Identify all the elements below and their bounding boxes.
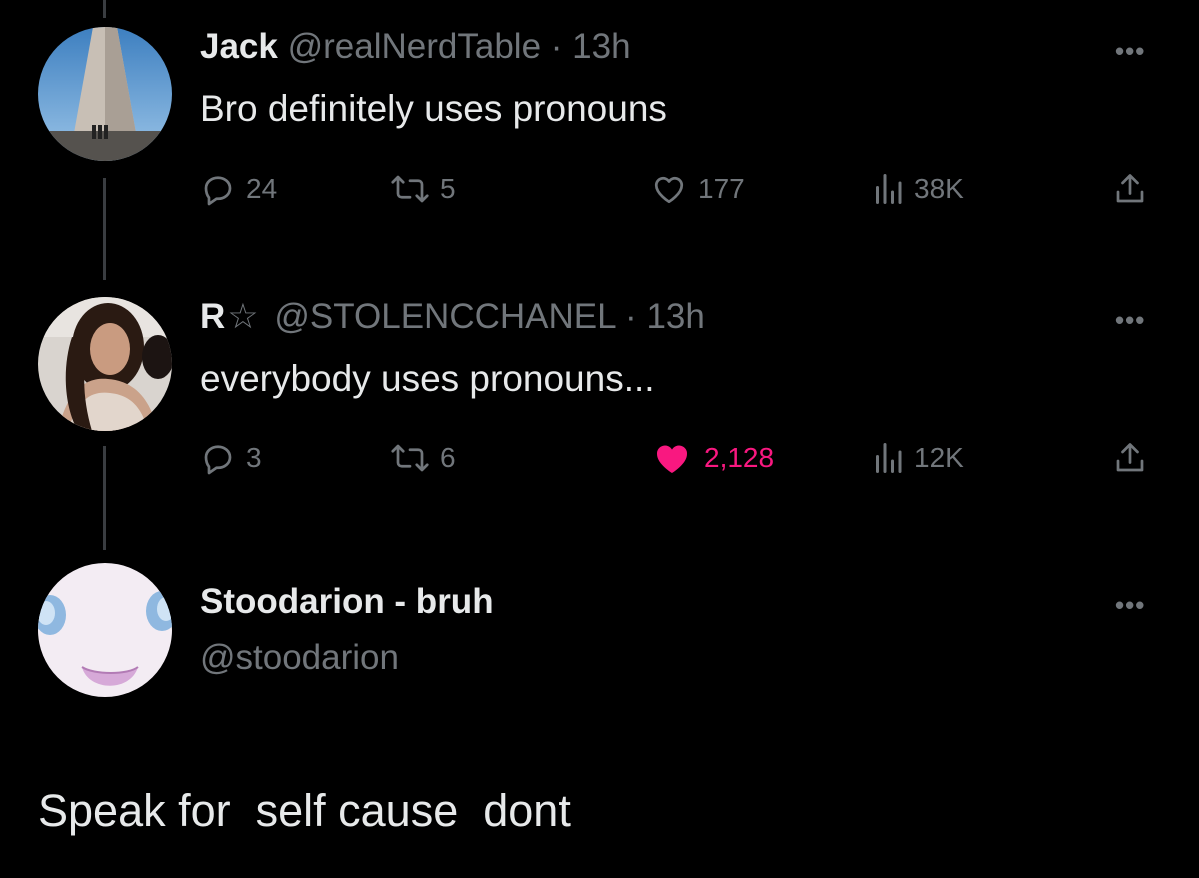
author-handle[interactable]: @stoodarion bbox=[200, 638, 399, 678]
repost-count: 5 bbox=[440, 173, 456, 204]
author-name[interactable]: R bbox=[200, 297, 225, 336]
views-icon bbox=[876, 443, 902, 473]
view-count: 12K bbox=[914, 442, 964, 473]
reply-text: Speak for self cause dont bbox=[38, 785, 571, 836]
repost-count: 6 bbox=[440, 442, 456, 473]
reply-button[interactable]: 24 bbox=[200, 165, 277, 213]
repost-button[interactable]: 5 bbox=[390, 165, 456, 213]
reply-header: Stoodarion - bruh bbox=[200, 582, 494, 622]
more-icon[interactable]: ••• bbox=[1115, 305, 1145, 336]
reply-count: 24 bbox=[246, 173, 278, 204]
author-handle[interactable]: @STOLENCCHANEL bbox=[274, 297, 615, 336]
views-icon bbox=[876, 174, 902, 204]
author-name[interactable]: Stoodarion - bruh bbox=[200, 582, 494, 621]
timestamp[interactable]: 13h bbox=[646, 297, 704, 336]
reply-button[interactable]: 3 bbox=[200, 434, 262, 482]
more-icon[interactable]: ••• bbox=[1115, 36, 1145, 67]
thread-line-1 bbox=[103, 178, 106, 280]
share-button[interactable] bbox=[1112, 165, 1158, 213]
avatar-jack-image bbox=[38, 27, 172, 161]
more-icon[interactable]: ••• bbox=[1115, 590, 1145, 621]
repost-button[interactable]: 6 bbox=[390, 434, 456, 482]
tweet-2-header: R☆ @STOLENCCHANEL · 13h bbox=[200, 297, 705, 337]
avatar-jack[interactable] bbox=[38, 27, 172, 161]
reply-icon bbox=[204, 445, 232, 475]
like-count: 177 bbox=[698, 173, 745, 204]
reply-count: 3 bbox=[246, 442, 262, 473]
like-button[interactable]: 177 bbox=[650, 165, 745, 213]
thread-line-2 bbox=[103, 446, 106, 550]
share-icon bbox=[1116, 174, 1144, 203]
separator-dot: · bbox=[625, 297, 637, 336]
separator-dot: · bbox=[550, 27, 563, 66]
avatar-r[interactable] bbox=[38, 297, 172, 431]
share-button[interactable] bbox=[1112, 434, 1158, 482]
avatar-stoodarion[interactable] bbox=[38, 563, 172, 697]
views-button[interactable]: 38K bbox=[872, 165, 964, 213]
like-button[interactable]: 2,128 bbox=[650, 434, 774, 482]
badge-star-icon: ☆ bbox=[227, 297, 259, 336]
reply-icon bbox=[204, 176, 232, 206]
author-handle[interactable]: @realNerdTable bbox=[288, 27, 541, 66]
avatar-stoodarion-image bbox=[38, 563, 172, 697]
like-count: 2,128 bbox=[704, 442, 775, 473]
repost-icon bbox=[391, 444, 429, 472]
tweet-1-actions: 24 5 177 38K bbox=[200, 165, 1160, 213]
views-button[interactable]: 12K bbox=[872, 434, 964, 482]
thread-line-top bbox=[103, 0, 106, 18]
tweet-1-header: Jack @realNerdTable · 13h bbox=[200, 27, 631, 67]
like-icon bbox=[654, 176, 684, 204]
view-count: 38K bbox=[914, 173, 964, 204]
timestamp[interactable]: 13h bbox=[572, 27, 630, 66]
share-icon bbox=[1116, 443, 1144, 472]
tweet-2-actions: 3 6 2,128 12K bbox=[200, 434, 1160, 482]
avatar-r-image bbox=[38, 297, 172, 431]
tweet-1-text: Bro definitely uses pronouns bbox=[200, 88, 667, 129]
repost-icon bbox=[391, 175, 429, 203]
like-filled-icon bbox=[656, 445, 688, 473]
tweet-2-text: everybody uses pronouns... bbox=[200, 358, 655, 399]
author-name[interactable]: Jack bbox=[200, 27, 278, 66]
